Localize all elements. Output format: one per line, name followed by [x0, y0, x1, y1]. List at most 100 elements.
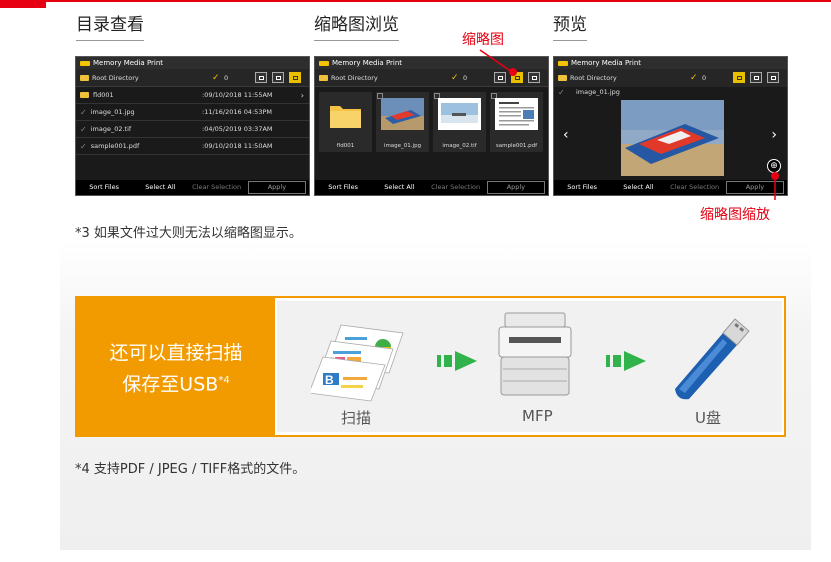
- scan-heading-line2-text: 保存至USB: [122, 373, 219, 396]
- detail-view-button[interactable]: [767, 72, 779, 83]
- folder-icon: [558, 75, 567, 81]
- usb-icon: [558, 60, 568, 66]
- item-name: fld001: [93, 90, 114, 99]
- thumbnail-label: sample001.pdf: [495, 143, 538, 149]
- thumbnail-annotation: 缩略图: [462, 32, 504, 48]
- section-title-preview: 预览: [553, 10, 587, 41]
- preview-screen: Memory Media Print Root Directory ✓ 0 ✓ …: [553, 56, 788, 196]
- thumbnail-view-button[interactable]: [750, 72, 762, 83]
- select-all-button[interactable]: Select All: [132, 180, 188, 195]
- footnote-marker: *4: [218, 375, 230, 386]
- list-view-button[interactable]: [255, 72, 267, 83]
- folder-icon: [80, 74, 89, 81]
- select-all-button[interactable]: Select All: [371, 180, 427, 195]
- image-thumbnail: [438, 98, 481, 130]
- thumbnail-item[interactable]: sample001.pdf: [490, 92, 543, 152]
- thumbnail-label: fld001: [336, 143, 355, 149]
- documents-icon: A B: [311, 324, 404, 402]
- checkbox-icon[interactable]: ✓: [558, 87, 565, 98]
- item-date: :04/05/2019 03:37AM: [202, 124, 273, 133]
- clear-selection-button[interactable]: Clear Selection: [428, 180, 484, 195]
- thumbnail-item[interactable]: image_02.tif: [433, 92, 486, 152]
- checkbox-icon[interactable]: ✓: [80, 121, 87, 138]
- thumbnail-view-button[interactable]: [272, 72, 284, 83]
- clear-selection-button[interactable]: Clear Selection: [667, 180, 723, 195]
- item-name: sample001.pdf: [90, 141, 140, 150]
- list-view-screen: Memory Media Print Root Directory ✓ 0 fl…: [75, 56, 310, 196]
- detail-view-button[interactable]: [289, 72, 301, 83]
- folder-icon: [80, 92, 89, 98]
- item-date: :11/16/2016 04:53PM: [202, 107, 272, 116]
- thumbnail-label: image_01.jpg: [383, 143, 422, 149]
- list-item[interactable]: fld001 :09/10/2018 11:55AM ›: [76, 87, 309, 104]
- previous-arrow-icon[interactable]: ‹: [563, 127, 569, 143]
- checkbox-icon[interactable]: ✓: [80, 138, 87, 155]
- item-date: :09/10/2018 11:50AM: [202, 141, 273, 150]
- sort-files-button[interactable]: Sort Files: [315, 180, 371, 195]
- checkbox-icon[interactable]: ✓: [80, 104, 87, 121]
- screen-footer: Sort Files Select All Clear Selection Ap…: [315, 180, 548, 195]
- list-item[interactable]: ✓ image_01.jpg :11/16/2016 04:53PM: [76, 104, 309, 121]
- list-view-button[interactable]: [733, 72, 745, 83]
- mfp-label: MFP: [522, 407, 553, 425]
- screen-footer: Sort Files Select All Clear Selection Ap…: [76, 180, 309, 195]
- annotation-pointer: [479, 49, 517, 76]
- sort-files-button[interactable]: Sort Files: [554, 180, 610, 195]
- usb-drive-icon: [675, 318, 750, 400]
- scan-heading-line2: 保存至USB*4: [77, 367, 275, 398]
- document-thumbnail: [495, 98, 538, 130]
- section-title-list: 目录查看: [76, 10, 144, 41]
- preview-file-name: image_01.jpg: [576, 88, 620, 96]
- item-date: :09/10/2018 11:55AM: [202, 90, 273, 99]
- list-item[interactable]: ✓ image_02.tif :04/05/2019 03:37AM: [76, 121, 309, 138]
- thumbnail-label: image_02.tif: [442, 143, 477, 149]
- folder-icon: [330, 106, 361, 128]
- check-icon: ✓: [451, 72, 459, 83]
- usb-icon: [319, 60, 329, 66]
- app-title: Memory Media Print: [571, 59, 642, 67]
- usb-icon: [80, 60, 90, 66]
- check-icon: ✓: [212, 72, 220, 83]
- directory-bar: Root Directory ✓ 0: [554, 69, 787, 87]
- scan-flow: A B: [277, 301, 782, 432]
- scan-heading: 还可以直接扫描 保存至USB*4: [77, 298, 275, 435]
- image-thumbnail: [381, 98, 424, 130]
- thumbnail-grid: fld001 image_01.jpg image_02.tif sample0…: [315, 87, 548, 157]
- item-name: image_02.tif: [90, 124, 132, 133]
- app-title: Memory Media Print: [93, 59, 164, 67]
- zoom-annotation: 缩略图缩放: [700, 207, 770, 223]
- screen-footer: Sort Files Select All Clear Selection Ap…: [554, 180, 787, 195]
- thumbnail-item[interactable]: image_01.jpg: [376, 92, 429, 152]
- folder-icon: [319, 74, 328, 81]
- arrow-right-icon: [606, 351, 646, 371]
- preview-image: [621, 100, 724, 176]
- check-icon: ✓: [690, 73, 698, 83]
- section-title-thumbnail: 缩略图浏览: [314, 10, 399, 41]
- screen-header: Memory Media Print: [554, 57, 787, 69]
- select-all-button[interactable]: Select All: [610, 180, 666, 195]
- scan-heading-line1: 还可以直接扫描: [109, 342, 243, 364]
- top-red-tab: [0, 0, 46, 8]
- usb-label: U盘: [695, 409, 721, 427]
- item-name: image_01.jpg: [90, 107, 135, 116]
- mfp-printer-icon: [498, 312, 572, 396]
- preview-file-row: ✓ image_01.jpg: [554, 87, 787, 98]
- apply-button[interactable]: Apply: [247, 181, 306, 194]
- sort-files-button[interactable]: Sort Files: [76, 180, 132, 195]
- list-item[interactable]: ✓ sample001.pdf :09/10/2018 11:50AM: [76, 138, 309, 155]
- chevron-right-icon: ›: [300, 90, 304, 100]
- directory-bar: Root Directory ✓ 0: [76, 69, 309, 87]
- arrow-right-icon: [437, 351, 477, 371]
- screen-header: Memory Media Print: [76, 57, 309, 69]
- footnote-4: *4 支持PDF / JPEG / TIFF格式的文件。: [75, 462, 306, 477]
- app-title: Memory Media Print: [332, 59, 403, 67]
- detail-view-button[interactable]: [528, 72, 540, 83]
- selected-count: 0: [702, 74, 707, 82]
- root-directory-label: Root Directory: [570, 74, 617, 82]
- scan-to-usb-banner: 还可以直接扫描 保存至USB*4 A B: [75, 296, 786, 437]
- clear-selection-button[interactable]: Clear Selection: [189, 180, 245, 195]
- thumbnail-item[interactable]: fld001: [319, 92, 372, 152]
- selected-count: 0: [463, 73, 468, 82]
- apply-button[interactable]: Apply: [486, 181, 545, 194]
- next-arrow-icon[interactable]: ›: [771, 127, 777, 143]
